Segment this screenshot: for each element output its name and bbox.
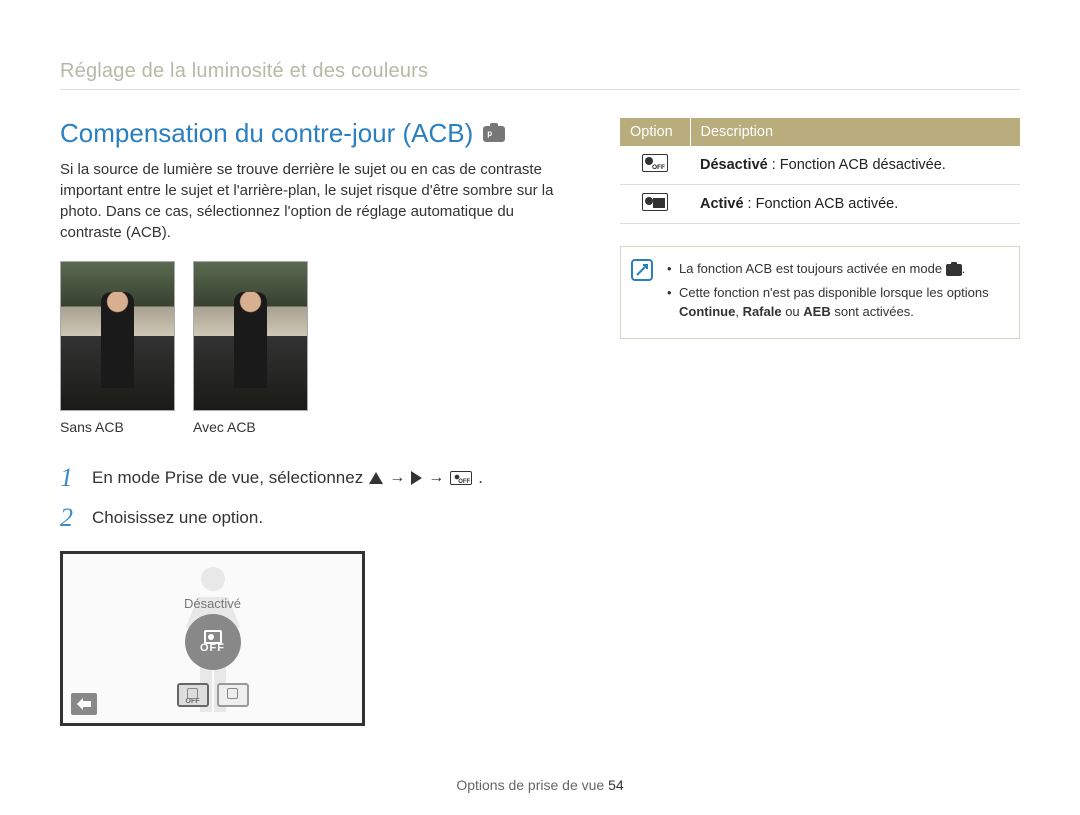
screen-option-label: Désactivé bbox=[184, 596, 241, 611]
acb-off-icon bbox=[642, 154, 668, 172]
camera-screen-mockup: Désactivé OFF OFF bbox=[60, 551, 365, 726]
note-box: La fonction ACB est toujours activée en … bbox=[620, 246, 1020, 339]
back-arrow-icon bbox=[77, 698, 91, 710]
chevron-right-icon bbox=[411, 471, 422, 485]
chip-acb-off-label: OFF bbox=[186, 698, 200, 705]
intro-paragraph: Si la source de lumière se trouve derriè… bbox=[60, 159, 560, 243]
desc-off-rest: : Fonction ACB désactivée. bbox=[768, 157, 946, 173]
desc-off-bold: Désactivé bbox=[700, 157, 768, 173]
note2-b3: AEB bbox=[803, 304, 830, 319]
step-2-text: Choisissez une option. bbox=[92, 508, 263, 528]
step-1-tail: . bbox=[478, 468, 483, 488]
step-1-label: En mode Prise de vue, sélectionnez bbox=[92, 468, 363, 488]
th-description: Description bbox=[690, 118, 1020, 146]
note2-m2: ou bbox=[782, 304, 804, 319]
step-number: 2 bbox=[60, 503, 80, 533]
note1-b: . bbox=[962, 261, 966, 276]
desc-on-rest: : Fonction ACB activée. bbox=[744, 196, 899, 212]
heading-text: Compensation du contre-jour (ACB) bbox=[60, 118, 473, 149]
note1-a: La fonction ACB est toujours activée en … bbox=[679, 261, 946, 276]
note2-b2: Rafale bbox=[743, 304, 782, 319]
caption-without-acb: Sans ACB bbox=[60, 419, 175, 435]
example-captions: Sans ACB Avec ACB bbox=[60, 419, 560, 435]
camera-icon bbox=[946, 264, 962, 276]
arrow-icon: → bbox=[389, 469, 405, 487]
page-footer: Options de prise de vue 54 bbox=[0, 777, 1080, 793]
left-column: Compensation du contre-jour (ACB) p Si l… bbox=[60, 118, 560, 726]
note-item-2: Cette fonction n'est pas disponible lors… bbox=[667, 283, 1005, 322]
desc-on: Activé : Fonction ACB activée. bbox=[690, 185, 1020, 224]
note2-a: Cette fonction n'est pas disponible lors… bbox=[679, 285, 989, 300]
steps-list: 1 En mode Prise de vue, sélectionnez → →… bbox=[60, 463, 560, 533]
up-triangle-icon bbox=[369, 472, 383, 484]
footer-section: Options de prise de vue bbox=[456, 777, 608, 793]
step-number: 1 bbox=[60, 463, 80, 493]
right-column: Option Description Désactivé : Fonction … bbox=[620, 118, 1020, 726]
option-chips: OFF bbox=[177, 683, 249, 707]
note-item-1: La fonction ACB est toujours activée en … bbox=[667, 259, 1005, 279]
step-2: 2 Choisissez une option. bbox=[60, 503, 560, 533]
note2-m1: , bbox=[735, 304, 742, 319]
section-heading: Compensation du contre-jour (ACB) p bbox=[60, 118, 560, 149]
step-1: 1 En mode Prise de vue, sélectionnez → →… bbox=[60, 463, 560, 493]
acb-off-badge: OFF bbox=[185, 614, 241, 670]
two-column-layout: Compensation du contre-jour (ACB) p Si l… bbox=[60, 118, 1020, 726]
divider bbox=[60, 89, 1020, 90]
acb-off-icon bbox=[450, 471, 472, 485]
options-table: Option Description Désactivé : Fonction … bbox=[620, 118, 1020, 224]
step-1-text: En mode Prise de vue, sélectionnez → → . bbox=[92, 468, 483, 488]
caption-with-acb: Avec ACB bbox=[193, 419, 308, 435]
breadcrumb: Réglage de la luminosité et des couleurs bbox=[60, 60, 1020, 83]
note-icon bbox=[631, 259, 653, 281]
manual-page: Réglage de la luminosité et des couleurs… bbox=[0, 0, 1080, 815]
page-number: 54 bbox=[608, 777, 624, 793]
back-button[interactable] bbox=[71, 693, 97, 715]
acb-off-badge-icon bbox=[204, 630, 222, 644]
table-row: Activé : Fonction ACB activée. bbox=[620, 185, 1020, 224]
example-image-without-acb bbox=[60, 261, 175, 411]
chip-acb-on[interactable] bbox=[217, 683, 249, 707]
note2-b1: Continue bbox=[679, 304, 735, 319]
note2-end: sont activées. bbox=[831, 304, 914, 319]
camera-mode-badge-text: p bbox=[487, 129, 492, 138]
desc-on-bold: Activé bbox=[700, 196, 744, 212]
example-image-with-acb bbox=[193, 261, 308, 411]
chip-acb-off[interactable]: OFF bbox=[177, 683, 209, 707]
example-images bbox=[60, 261, 560, 411]
desc-off: Désactivé : Fonction ACB désactivée. bbox=[690, 146, 1020, 185]
arrow-icon: → bbox=[428, 469, 444, 487]
table-row: Désactivé : Fonction ACB désactivée. bbox=[620, 146, 1020, 185]
acb-on-icon bbox=[642, 193, 668, 211]
camera-mode-icon: p bbox=[483, 126, 505, 142]
th-option: Option bbox=[620, 118, 690, 146]
